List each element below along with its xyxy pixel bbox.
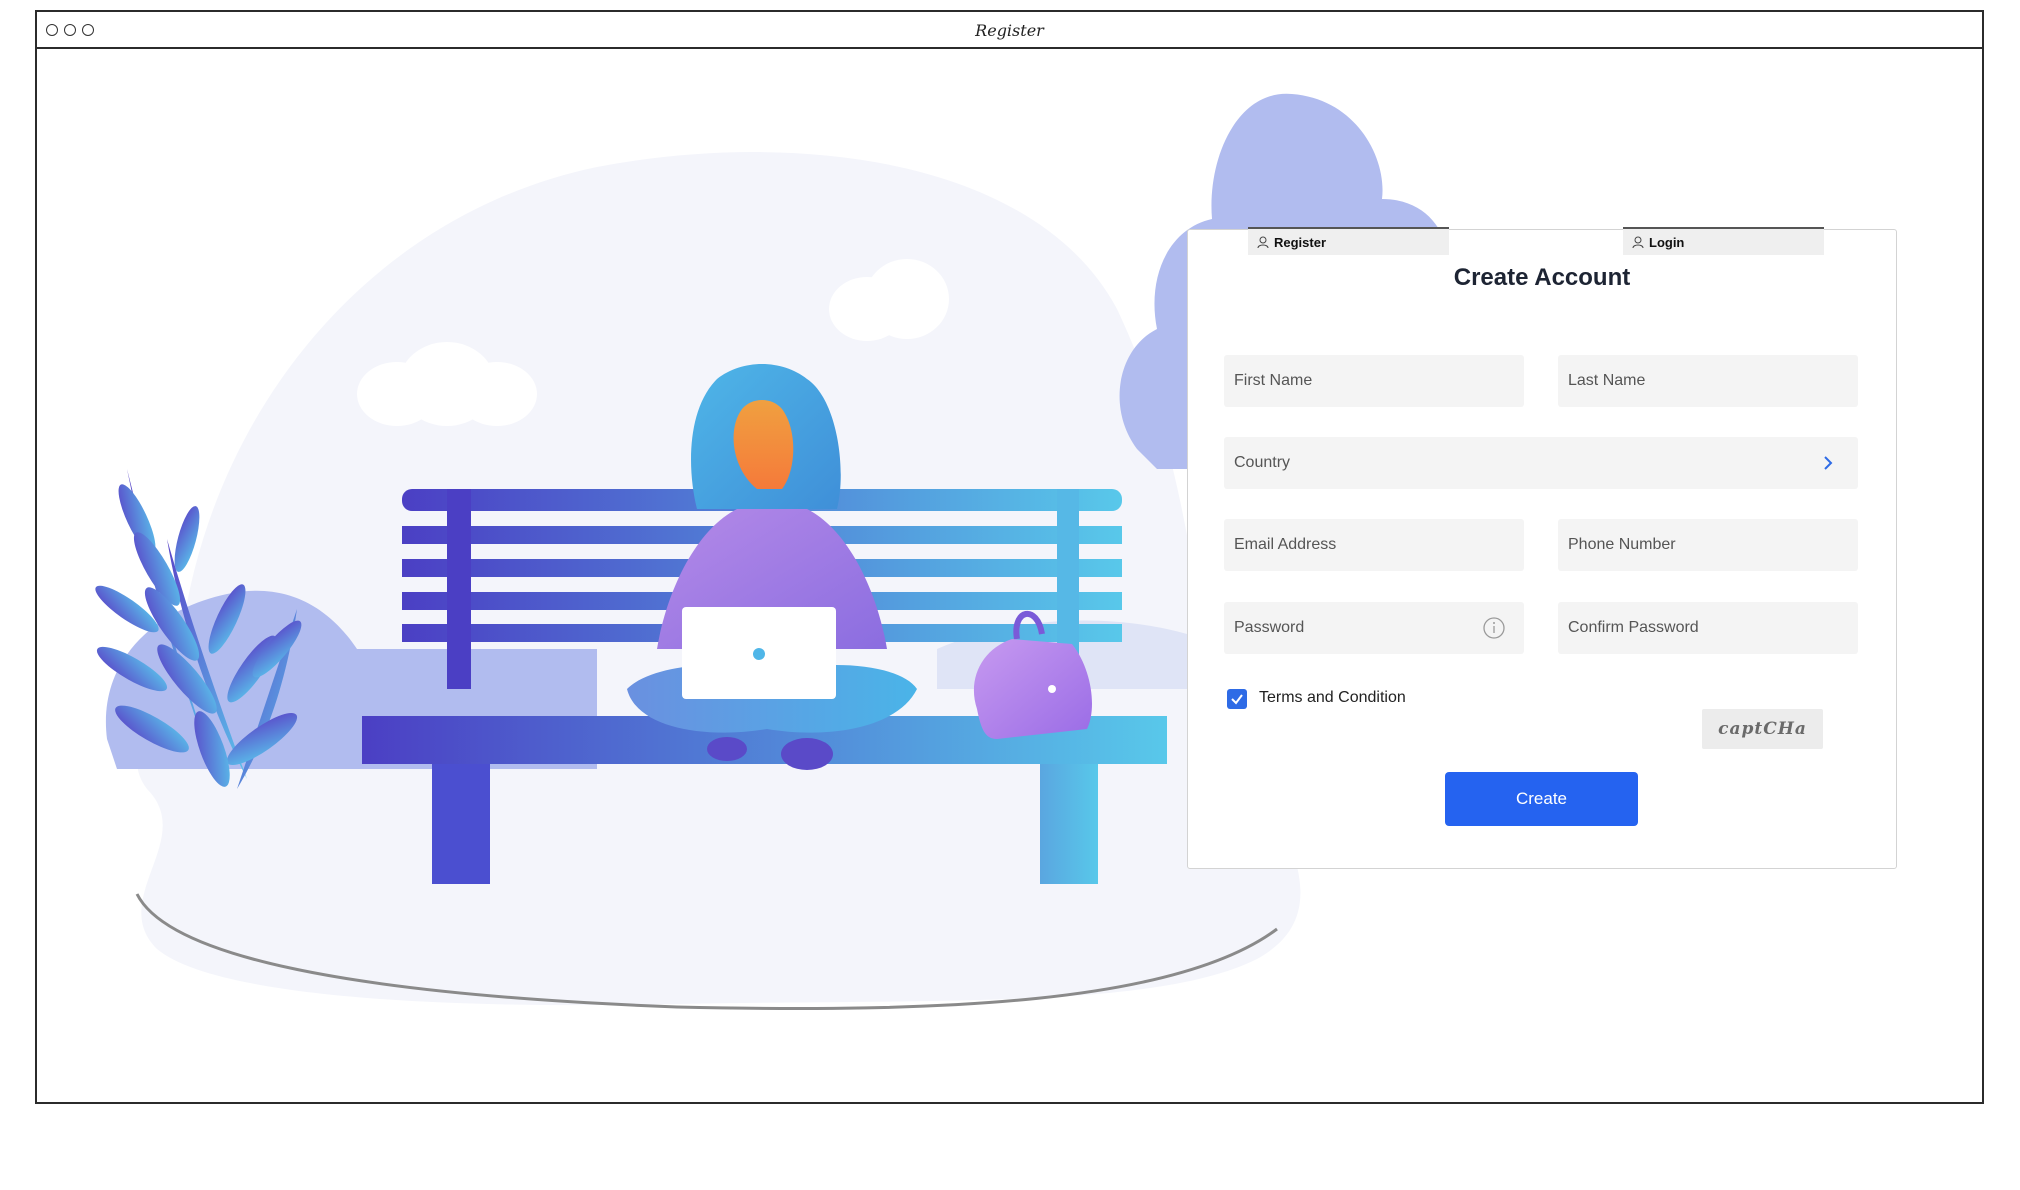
chevron-right-icon xyxy=(1824,456,1833,470)
country-placeholder: Country xyxy=(1234,454,1291,471)
info-icon[interactable] xyxy=(1482,616,1506,640)
user-icon xyxy=(1632,236,1644,249)
email-placeholder: Email Address xyxy=(1234,536,1337,553)
last-name-field[interactable]: Last Name xyxy=(1558,355,1858,407)
first-name-placeholder: First Name xyxy=(1234,372,1313,389)
phone-field[interactable]: Phone Number xyxy=(1558,519,1858,571)
country-select[interactable]: Country xyxy=(1224,437,1858,489)
captcha-image: captCHa xyxy=(1702,709,1823,749)
checkmark-icon xyxy=(1231,694,1243,705)
password-field[interactable]: Password xyxy=(1224,602,1524,654)
window-titlebar: Register xyxy=(37,12,1982,49)
register-card: Register Login Create Account First Name… xyxy=(1187,227,1897,869)
tab-login[interactable]: Login xyxy=(1623,227,1824,255)
terms-checkbox[interactable] xyxy=(1227,689,1247,709)
terms-label[interactable]: Terms and Condition xyxy=(1259,689,1406,707)
tab-register[interactable]: Register xyxy=(1248,227,1449,255)
password-placeholder: Password xyxy=(1234,619,1305,636)
tab-register-label: Register xyxy=(1274,234,1327,250)
first-name-field[interactable]: First Name xyxy=(1224,355,1524,407)
window-title: Register xyxy=(975,21,1044,40)
create-button[interactable]: Create xyxy=(1445,772,1638,826)
confirm-password-placeholder: Confirm Password xyxy=(1568,619,1699,636)
user-icon xyxy=(1257,236,1269,249)
tab-login-label: Login xyxy=(1649,234,1685,250)
confirm-password-field[interactable]: Confirm Password xyxy=(1558,602,1858,654)
email-field[interactable]: Email Address xyxy=(1224,519,1524,571)
form-title: Create Account xyxy=(1453,264,1631,291)
last-name-placeholder: Last Name xyxy=(1568,372,1646,389)
browser-window: Register Register Login Create Account F… xyxy=(35,10,1984,1104)
phone-placeholder: Phone Number xyxy=(1568,536,1676,553)
